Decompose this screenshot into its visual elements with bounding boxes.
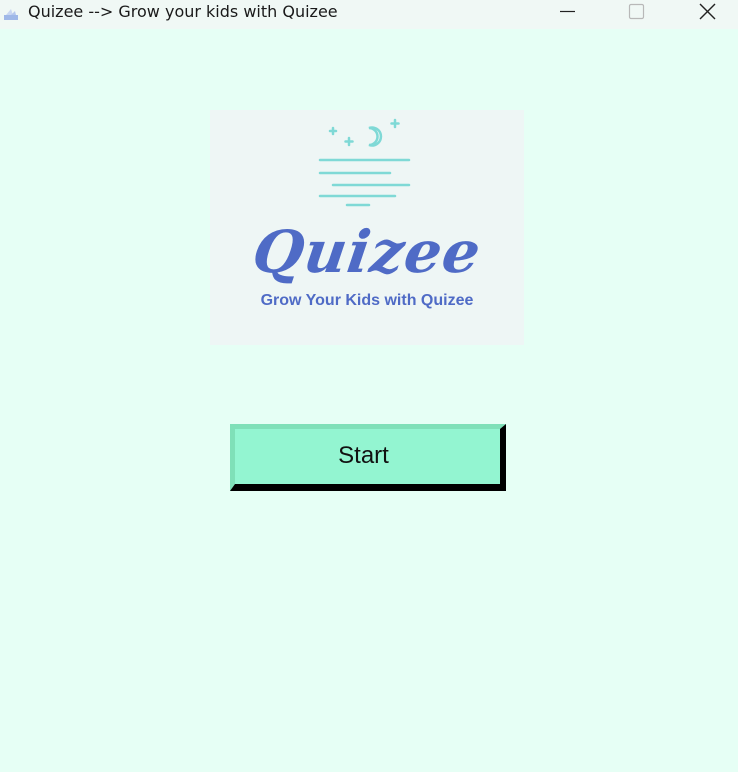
start-button-label: Start: [338, 441, 389, 469]
title-bar[interactable]: Quizee --> Grow your kids with Quizee: [0, 0, 738, 29]
logo-wordmark: Quizee: [248, 218, 486, 286]
maximize-icon: [628, 3, 645, 20]
maximize-button[interactable]: [613, 0, 659, 29]
logo-tagline: Grow Your Kids with Quizee: [260, 292, 474, 309]
window-title: Quizee --> Grow your kids with Quizee: [28, 2, 338, 21]
moon-stars-wind-icon: [318, 118, 411, 207]
start-button[interactable]: Start: [230, 424, 506, 491]
close-icon: [699, 3, 716, 20]
minimize-button[interactable]: [544, 0, 590, 29]
close-button[interactable]: [684, 0, 730, 29]
app-icon: [3, 6, 19, 22]
minimize-icon: [560, 10, 575, 13]
quizee-logo: Quizee Grow Your Kids with Quizee: [210, 110, 524, 345]
